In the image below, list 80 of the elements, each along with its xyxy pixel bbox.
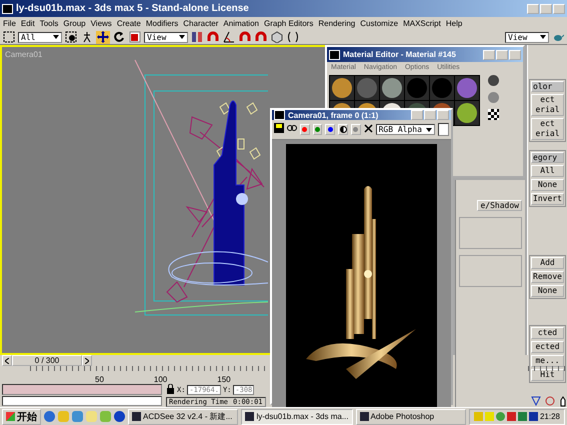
menu-item[interactable]: File — [3, 19, 16, 28]
monochrome-button[interactable] — [338, 124, 348, 135]
window-icon — [360, 412, 368, 421]
taskbar-button[interactable]: ly-dsu01b.max - 3ds ma... — [241, 408, 352, 424]
panel-button[interactable]: ect erial — [531, 94, 564, 116]
caret-icon — [426, 128, 432, 132]
app-icon — [329, 50, 340, 60]
rollout-frame — [459, 217, 522, 249]
channel-button[interactable] — [312, 124, 322, 135]
menu-item[interactable]: Create — [116, 19, 141, 28]
panel-button[interactable]: Hit — [531, 369, 564, 381]
app-icon — [2, 4, 13, 14]
caret-icon — [540, 35, 546, 39]
rollout-header[interactable]: egory — [531, 152, 564, 163]
window-title: ly-dsu01b.max - 3ds max 5 - Stand-alone License — [0, 0, 567, 17]
time-slider-thumb[interactable]: 0 / 300 — [12, 355, 82, 366]
next-button[interactable] — [82, 355, 92, 366]
channel-dropdown[interactable]: RGB Alpha — [376, 124, 435, 135]
timeline-tick-label: 100 — [154, 375, 168, 384]
viewport-label: Camera01 — [5, 50, 42, 59]
panel-button[interactable]: Invert — [531, 193, 564, 205]
lock-icon[interactable] — [166, 384, 175, 396]
selection-icon[interactable] — [2, 30, 16, 44]
channel-button[interactable] — [300, 124, 310, 135]
color-swatch[interactable] — [438, 123, 449, 136]
prompt-field[interactable] — [2, 396, 162, 406]
move-icon[interactable] — [96, 30, 110, 44]
rollout-header[interactable]: olor — [531, 81, 564, 92]
menu-item[interactable]: Customize — [360, 19, 398, 28]
panel-button[interactable]: me... — [531, 355, 564, 367]
clock: 21:28 — [540, 412, 560, 421]
caret-icon — [5, 358, 9, 364]
script-listener-field[interactable] — [2, 384, 162, 394]
minimize-button[interactable] — [483, 50, 495, 60]
panel-button[interactable]: Remove — [531, 271, 564, 283]
caret-icon — [179, 35, 185, 39]
shadow-button[interactable]: e/Shadow — [477, 200, 522, 211]
timeline-tick-label: 50 — [95, 375, 104, 384]
render-window-title: Camera01, frame 0 (1:1) — [272, 110, 451, 120]
channel-button[interactable] — [325, 124, 336, 135]
window-icon — [132, 412, 141, 421]
taskbar-button[interactable]: ACDSee 32 v2.4 - 新建... — [128, 408, 238, 424]
menu-item[interactable]: Help — [446, 19, 462, 28]
caret-icon — [53, 35, 59, 39]
save-icon[interactable] — [274, 123, 284, 136]
timeline-tick-label: 150 — [217, 375, 231, 384]
material-editor-title: Material Editor - Material #145 — [327, 47, 523, 62]
panel-button[interactable]: ected — [531, 341, 564, 353]
angle-snap-icon[interactable] — [222, 30, 236, 44]
scale-icon[interactable] — [128, 30, 142, 44]
checker-icon[interactable] — [488, 109, 499, 120]
panel-button[interactable]: Add — [531, 257, 564, 269]
menu-item[interactable]: Animation — [223, 19, 259, 28]
rollout-frame — [459, 255, 522, 287]
window-icon — [245, 412, 254, 421]
clear-icon[interactable] — [364, 124, 373, 136]
menu-item[interactable]: MAXScript — [403, 19, 441, 28]
panel-button[interactable]: ect erial — [531, 118, 564, 140]
previous-button[interactable] — [2, 355, 12, 366]
caret-icon — [85, 358, 89, 364]
panel-button[interactable]: All — [531, 165, 564, 177]
reference-coordinate-dropdown[interactable]: View — [144, 32, 188, 42]
menu-item[interactable]: Views — [90, 19, 112, 28]
taskbar-button[interactable]: Adobe Photoshop — [356, 408, 466, 424]
panel-button[interactable]: None — [531, 179, 564, 191]
rotate-icon[interactable] — [112, 30, 126, 44]
view-dropdown[interactable]: View — [505, 32, 549, 42]
menu-item[interactable]: Edit — [20, 19, 35, 28]
menu-item[interactable]: Character — [183, 19, 218, 28]
magnet-icon[interactable] — [206, 30, 220, 44]
start-button[interactable]: 开始 — [2, 408, 41, 424]
panel-button[interactable]: None — [531, 285, 564, 297]
menu-item[interactable]: Group — [63, 19, 86, 28]
menu-item[interactable]: Rendering — [318, 19, 356, 28]
select-object-icon[interactable] — [64, 30, 78, 44]
menu-item[interactable]: Modifiers — [146, 19, 178, 28]
selection-filter-dropdown[interactable]: All — [18, 32, 62, 42]
panel-button[interactable]: cted — [531, 327, 564, 339]
menu-item[interactable]: Tools — [40, 19, 58, 28]
menu-item[interactable]: Graph Editors — [264, 19, 314, 28]
